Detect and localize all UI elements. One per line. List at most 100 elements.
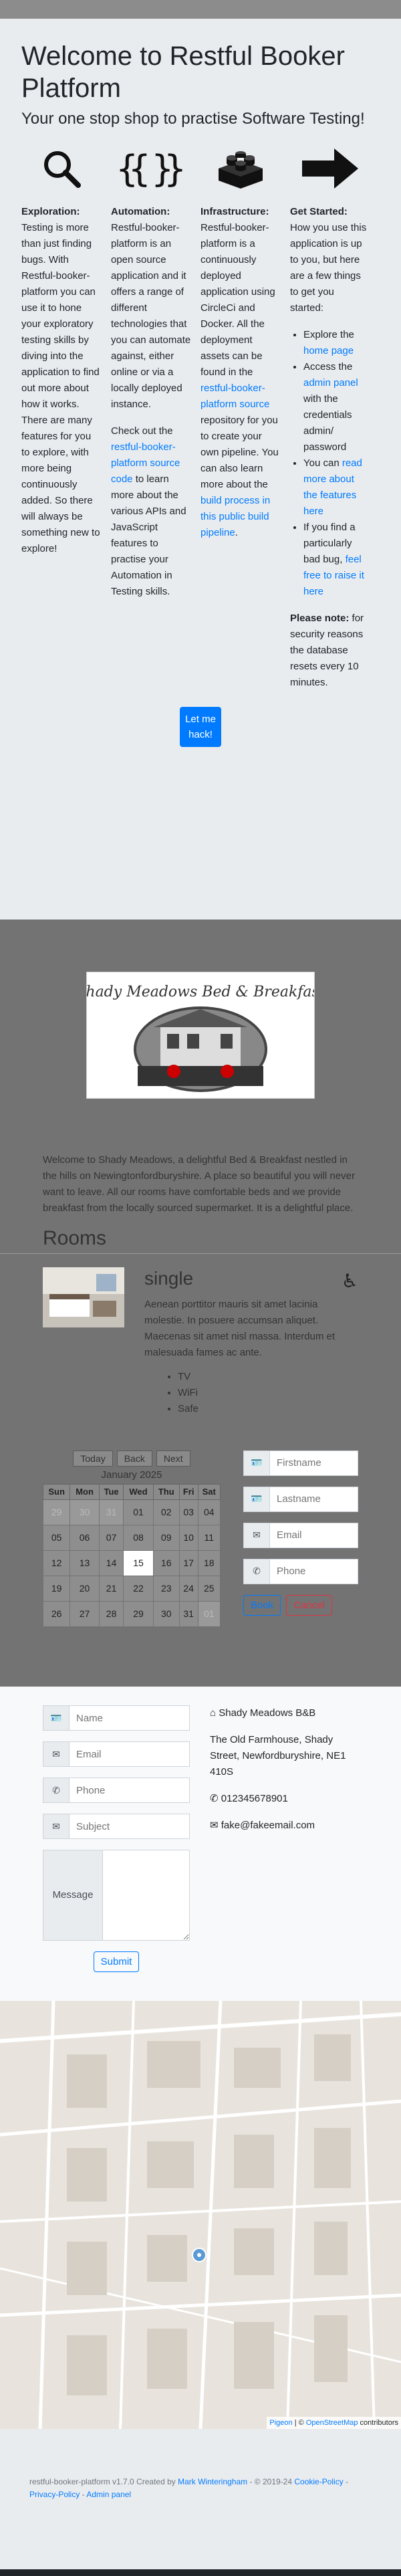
get-started-column: Get Started: How you use this applicatio… — [290, 146, 380, 702]
name-input[interactable] — [70, 1705, 190, 1731]
calendar-day[interactable]: 28 — [98, 1600, 124, 1627]
calendar-day[interactable]: 06 — [70, 1524, 100, 1551]
calendar-day[interactable]: 10 — [178, 1524, 198, 1551]
calendar-day[interactable]: 25 — [197, 1575, 221, 1602]
room-body: single ♿ Aenean porttitor mauris sit ame… — [144, 1267, 358, 1417]
calendar-day[interactable]: 29 — [123, 1600, 154, 1627]
calendar-day[interactable]: 21 — [98, 1575, 124, 1602]
svg-text:{: { — [118, 148, 138, 190]
rbp-source-link[interactable]: restful-booker-platform source — [200, 383, 269, 410]
cookie-policy-link[interactable]: Cookie-Policy — [294, 2477, 343, 2486]
phone-input[interactable] — [70, 1778, 190, 1803]
lastname-group: 🪪 — [243, 1486, 358, 1512]
modal-title: Welcome to Restful Booker Platform — [21, 41, 345, 103]
location-map[interactable]: Pigeon | © OpenStreetMap contributors — [0, 2001, 401, 2429]
book-button[interactable]: Book — [243, 1594, 281, 1616]
calendar-day[interactable]: 11 — [197, 1524, 221, 1551]
calendar-day[interactable]: 02 — [152, 1499, 180, 1525]
email-input[interactable] — [270, 1522, 358, 1548]
list-item: If you find a particularly bad bug, feel… — [303, 520, 370, 600]
calendar-day[interactable]: 29 — [42, 1499, 71, 1525]
calendar-day[interactable]: 08 — [123, 1524, 154, 1551]
infrastructure-heading: Infrastructure: — [200, 205, 269, 217]
phone-icon: ✆ — [43, 1778, 70, 1803]
message-label: Message — [43, 1850, 103, 1941]
home-page-link[interactable]: home page — [303, 345, 354, 356]
calendar-day[interactable]: 16 — [152, 1549, 180, 1576]
email-group: ✉ — [43, 1741, 190, 1767]
feature-item: WiFi — [178, 1385, 358, 1401]
email-input[interactable] — [70, 1741, 190, 1767]
automation-text2-post: to learn more about the various APIs and… — [111, 473, 186, 597]
booking-buttons: Book Cancel — [243, 1594, 358, 1616]
search-icon — [21, 146, 102, 191]
calendar-day[interactable]: 24 — [178, 1575, 198, 1602]
exploration-text: Testing is more than just finding bugs. … — [21, 221, 100, 554]
calendar-day[interactable]: 12 — [42, 1549, 71, 1576]
admin-panel-link[interactable]: admin panel — [303, 377, 358, 389]
phone-input[interactable] — [270, 1558, 358, 1584]
get-started-heading: Get Started: — [290, 205, 348, 217]
cancel-button[interactable]: Cancel — [286, 1594, 332, 1616]
location-pin-icon — [192, 2248, 207, 2262]
phone-group: ✆ — [43, 1778, 190, 1803]
automation-heading: Automation: — [111, 205, 170, 217]
calendar-day[interactable]: 17 — [178, 1549, 198, 1576]
subject-input[interactable] — [70, 1814, 190, 1839]
firstname-input[interactable] — [270, 1450, 358, 1476]
pigeon-link[interactable]: Pigeon — [269, 2419, 292, 2427]
bottom-bar — [0, 2569, 401, 2576]
today-button[interactable]: Today — [73, 1450, 113, 1467]
weekday-header: Sat — [197, 1484, 221, 1500]
calendar-day[interactable]: 01 — [123, 1499, 154, 1525]
calendar-day[interactable]: 31 — [178, 1600, 198, 1627]
next-button[interactable]: Next — [156, 1450, 190, 1467]
calendar-day[interactable]: 04 — [197, 1499, 221, 1525]
calendar-day[interactable]: 27 — [70, 1600, 100, 1627]
business-name: Shady Meadows B&B — [219, 1707, 316, 1719]
lastname-input[interactable] — [270, 1486, 358, 1512]
calendar-day[interactable]: 09 — [152, 1524, 180, 1551]
calendar-day[interactable]: 15 — [123, 1549, 154, 1576]
footer-text: restful-booker-platform v1.7.0 Created b… — [29, 2477, 349, 2500]
id-card-icon: 🪪 — [243, 1450, 270, 1476]
let-me-hack-button[interactable]: Let me hack! — [180, 706, 221, 748]
envelope-icon: ✉ — [43, 1741, 70, 1767]
envelope-icon: ✉ — [243, 1522, 270, 1548]
welcome-modal: Welcome to Restful Booker Platform Your … — [0, 19, 401, 920]
infrastructure-text-mid: repository for you to create your own pi… — [200, 414, 279, 490]
calendar-day[interactable]: 23 — [152, 1575, 180, 1602]
back-button[interactable]: Back — [116, 1450, 152, 1467]
calendar-day[interactable]: 03 — [178, 1499, 198, 1525]
author-link[interactable]: Mark Winteringham — [178, 2477, 247, 2486]
admin-panel-footer-link[interactable]: Admin panel — [86, 2490, 131, 2499]
modal-lead: Your one stop shop to practise Software … — [21, 110, 365, 128]
message-textarea[interactable] — [103, 1850, 190, 1941]
calendar-day[interactable]: 22 — [123, 1575, 154, 1602]
calendar-day[interactable]: 05 — [42, 1524, 71, 1551]
weekday-header: Thu — [152, 1484, 180, 1500]
svg-text:}: } — [164, 148, 184, 190]
name-group: 🪪 — [43, 1705, 190, 1731]
calendar-day[interactable]: 30 — [70, 1499, 100, 1525]
calendar-day[interactable]: 20 — [70, 1575, 100, 1602]
calendar-day[interactable]: 01 — [197, 1600, 221, 1627]
weekday-header: Tue — [98, 1484, 124, 1500]
calendar-day[interactable]: 13 — [70, 1549, 100, 1576]
booking-form: 🪪 🪪 ✉ ✆ Book Cancel — [243, 1450, 358, 1627]
infrastructure-column: Infrastructure: Restful-booker-platform … — [200, 146, 290, 702]
calendar-day[interactable]: 30 — [152, 1600, 180, 1627]
calendar-day[interactable]: 19 — [42, 1575, 71, 1602]
calendar-day[interactable]: 14 — [98, 1549, 124, 1576]
booking-calendar: Today Back Next January 2025 Sun Mon Tue We… — [42, 1450, 221, 1627]
osm-link[interactable]: OpenStreetMap — [306, 2419, 358, 2427]
calendar-day[interactable]: 07 — [98, 1524, 124, 1551]
feature-item: Safe — [178, 1401, 358, 1417]
submit-button[interactable]: Submit — [93, 1951, 140, 1972]
calendar-day[interactable]: 18 — [197, 1549, 221, 1576]
calendar-day[interactable]: 26 — [42, 1600, 71, 1627]
privacy-policy-link[interactable]: Privacy-Policy — [29, 2490, 80, 2499]
infrastructure-text-pre: Restful-booker-platform is a continuousl… — [200, 221, 275, 378]
modal-backdrop: Welcome to Restful Booker Platform Your … — [0, 0, 401, 920]
calendar-day[interactable]: 31 — [98, 1499, 124, 1525]
